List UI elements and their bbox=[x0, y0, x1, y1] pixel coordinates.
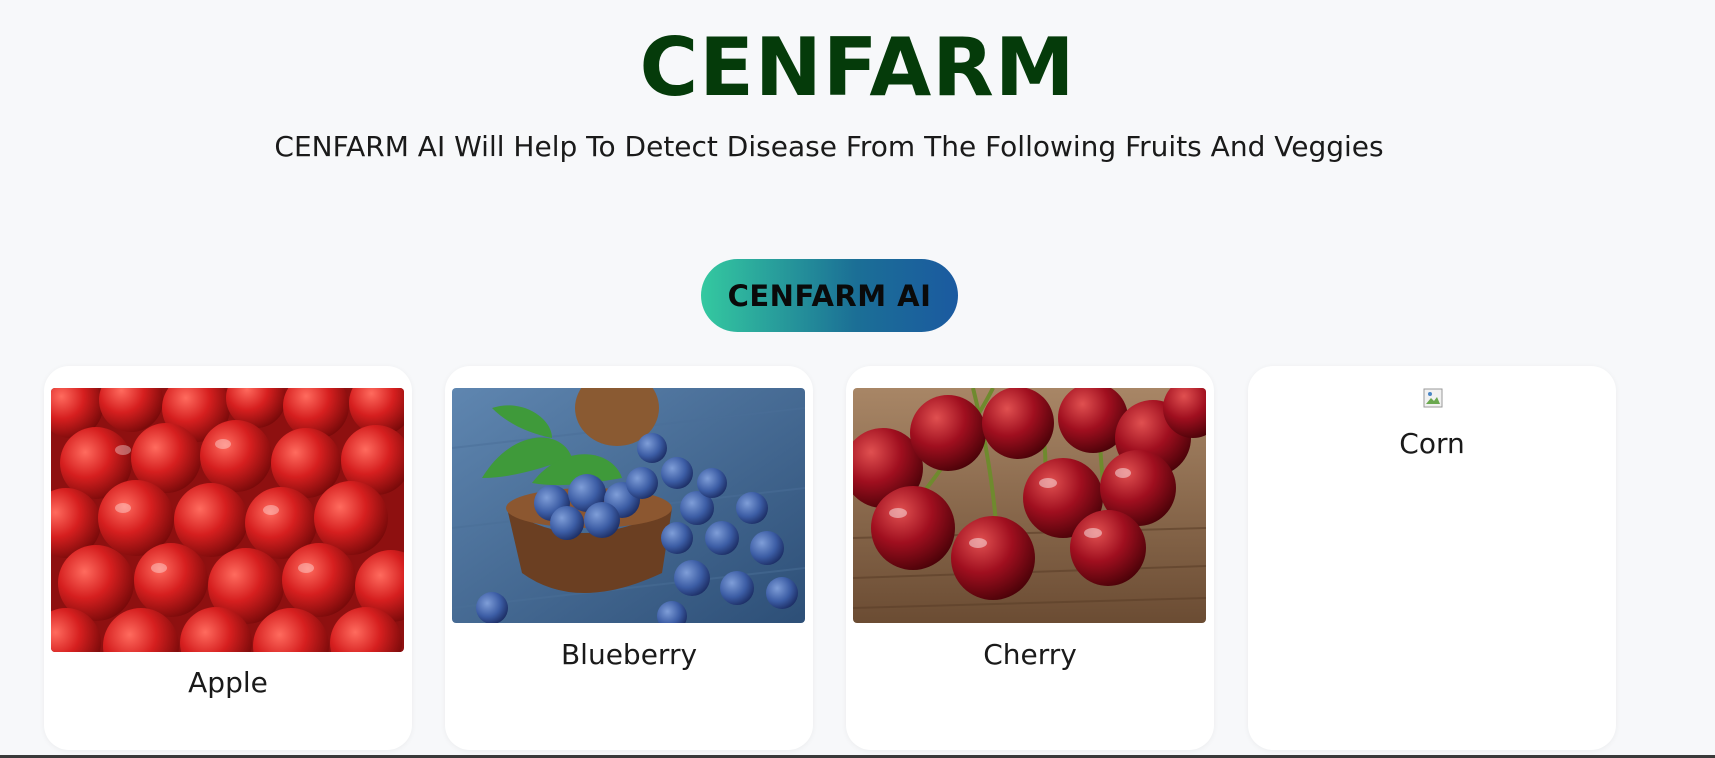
broken-image-icon bbox=[1423, 388, 1443, 408]
blueberry-image bbox=[452, 388, 805, 623]
card-label-blueberry: Blueberry bbox=[560, 638, 698, 671]
page-title: CENFARM bbox=[639, 21, 1076, 114]
card-label-corn: Corn bbox=[1399, 427, 1465, 460]
apple-image bbox=[51, 388, 404, 652]
card-blueberry[interactable]: Blueberry bbox=[445, 366, 813, 750]
cenfarm-ai-button[interactable]: CENFARM AI bbox=[701, 259, 958, 332]
card-label-apple: Apple bbox=[188, 666, 268, 699]
card-corn[interactable]: Corn bbox=[1248, 366, 1616, 750]
card-cherry[interactable]: Cherry bbox=[846, 366, 1214, 750]
page-subtitle: CENFARM AI Will Help To Detect Disease F… bbox=[274, 130, 1384, 163]
card-apple[interactable]: Apple bbox=[44, 366, 412, 750]
card-label-cherry: Cherry bbox=[983, 638, 1077, 671]
cherry-image bbox=[853, 388, 1206, 623]
